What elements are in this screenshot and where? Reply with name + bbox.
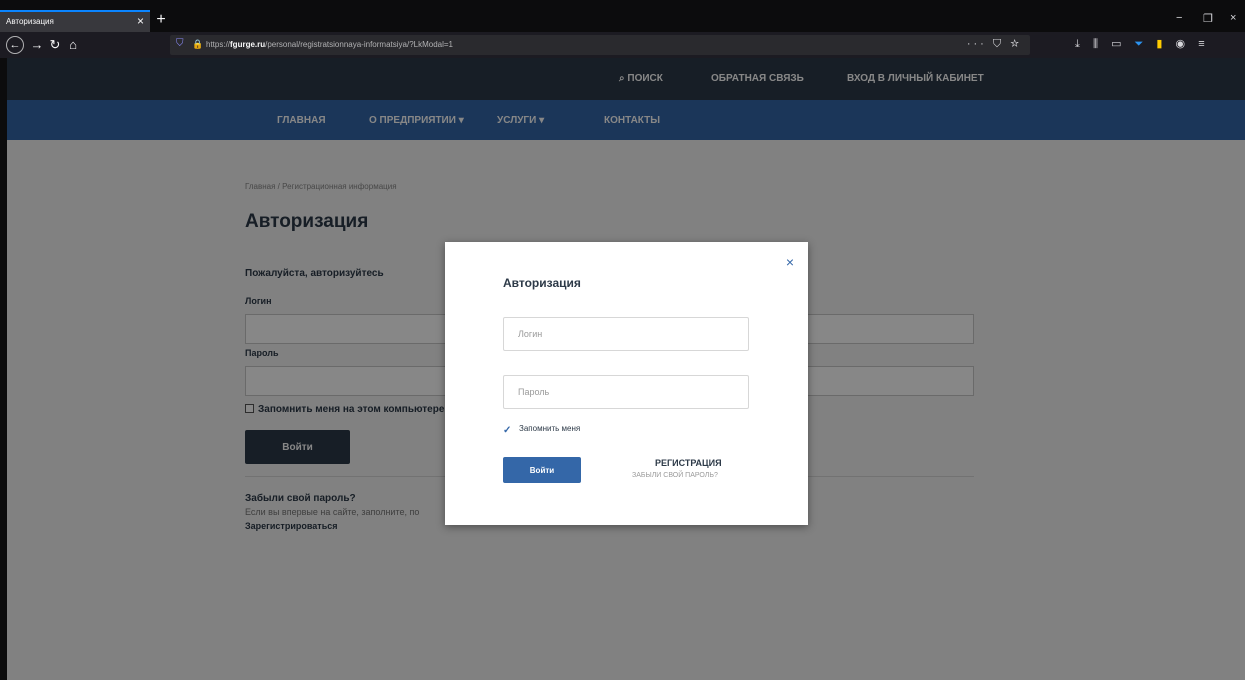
- forward-icon[interactable]: →: [28, 36, 46, 54]
- tab-title: Авторизация: [6, 17, 54, 26]
- checkmark-icon[interactable]: ✓: [503, 425, 515, 437]
- close-icon[interactable]: ×: [786, 254, 794, 270]
- sidebar-icon[interactable]: ▭: [1111, 37, 1121, 50]
- browser-tab-bar: Авторизация × + − ❐ ×: [0, 0, 1245, 32]
- url-text[interactable]: https://fgurge.ru/personal/registratsion…: [206, 40, 453, 49]
- modal-login-button[interactable]: Войти: [503, 457, 581, 483]
- restore-icon[interactable]: ❐: [1203, 12, 1213, 25]
- modal-remember-label: Запомнить меня: [519, 424, 581, 433]
- browser-nav-bar: ← → ↻ ⌂ ⛉ 🔒 https://fgurge.ru/personal/r…: [0, 32, 1245, 58]
- pocket-icon[interactable]: ⏷: [1135, 38, 1144, 51]
- web-page: ⌕ Поиск Обратная связь Вход в личный каб…: [7, 58, 1245, 680]
- account-icon[interactable]: ◉: [1176, 37, 1186, 50]
- page-actions-icon[interactable]: ··· ⛉ ☆: [967, 38, 1022, 51]
- address-bar[interactable]: ⛉ 🔒 https://fgurge.ru/personal/registrat…: [170, 35, 1030, 55]
- modal-register-link[interactable]: Регистрация: [655, 458, 722, 468]
- modal-remember-row[interactable]: ✓ Запомнить меня: [503, 424, 580, 437]
- browser-tab[interactable]: Авторизация ×: [0, 10, 150, 32]
- modal-title: Авторизация: [503, 276, 581, 290]
- modal-login-input[interactable]: [503, 317, 749, 351]
- modal-password-input[interactable]: [503, 375, 749, 409]
- download-icon[interactable]: ⤓: [1075, 38, 1080, 51]
- reload-icon[interactable]: ↻: [46, 36, 64, 54]
- library-icon[interactable]: ⫼: [1093, 38, 1098, 51]
- minimize-icon[interactable]: −: [1176, 12, 1182, 24]
- window-close-icon[interactable]: ×: [1230, 12, 1236, 24]
- new-tab-button[interactable]: +: [152, 10, 170, 32]
- lock-icon[interactable]: 🔒: [192, 39, 203, 50]
- home-icon[interactable]: ⌂: [64, 36, 82, 54]
- extension-icon[interactable]: ▮: [1156, 37, 1162, 50]
- auth-modal: × Авторизация ✓ Запомнить меня Войти Реги…: [445, 242, 808, 525]
- tab-close-icon[interactable]: ×: [137, 14, 144, 28]
- toolbar-icons: ⤓ ⫼ ▭ ⏷ ▮ ◉ ≡: [1075, 37, 1215, 51]
- menu-icon[interactable]: ≡: [1198, 38, 1204, 50]
- back-icon[interactable]: ←: [6, 36, 24, 54]
- modal-forgot-link[interactable]: Забыли свой пароль?: [632, 472, 718, 479]
- shield-icon[interactable]: ⛉: [176, 38, 184, 49]
